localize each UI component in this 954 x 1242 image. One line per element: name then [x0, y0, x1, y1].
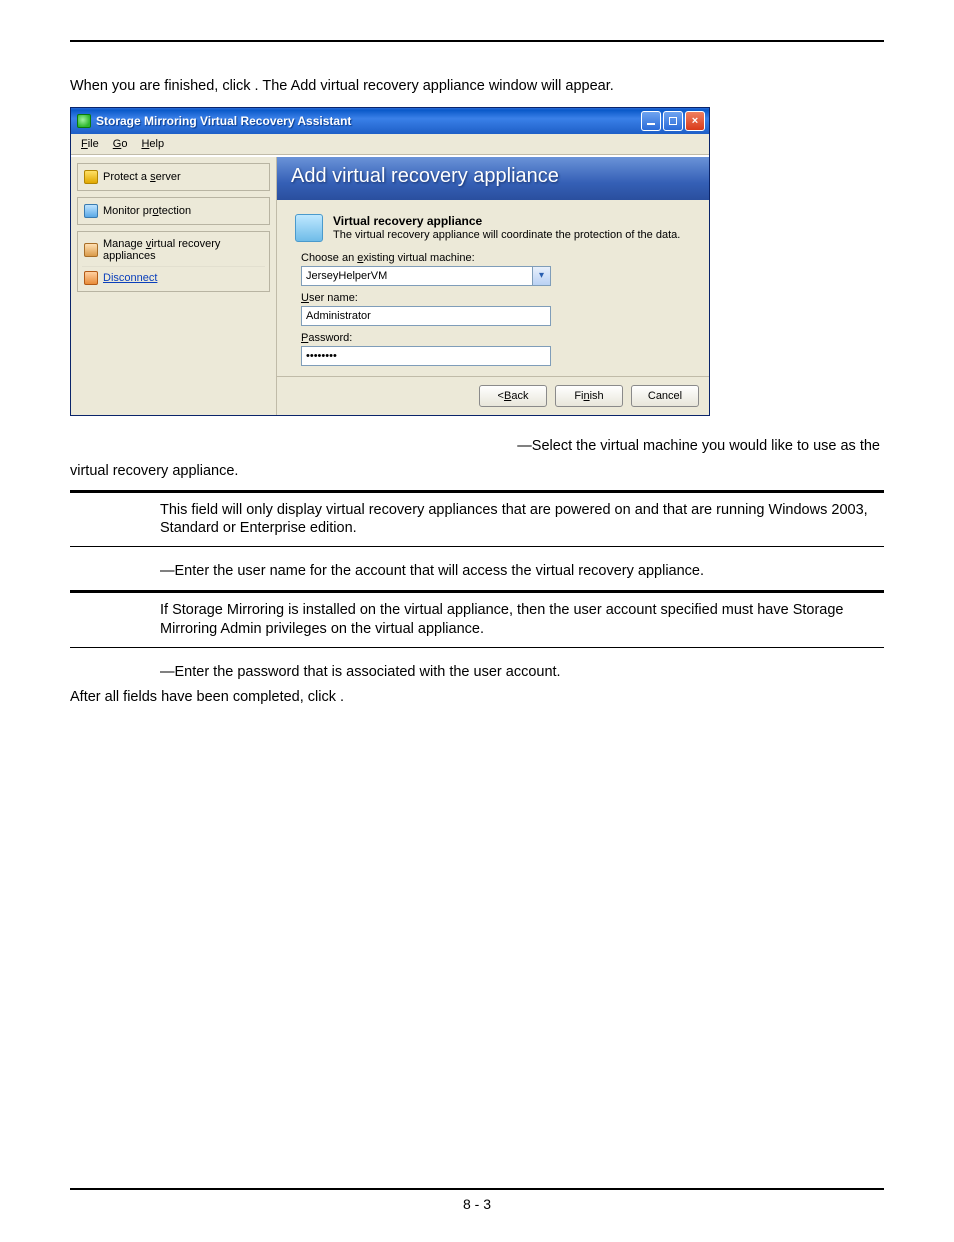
note-admin-priv: If Storage Mirroring is installed on the… — [70, 590, 884, 648]
titlebar: Storage Mirroring Virtual Recovery Assis… — [71, 108, 709, 134]
maximize-button[interactable] — [663, 111, 683, 131]
username-input[interactable] — [301, 306, 551, 326]
dialog-window: Storage Mirroring Virtual Recovery Assis… — [70, 107, 710, 416]
sidebar-label: Manage virtual recovery appliances — [103, 238, 263, 262]
intro-text: When you are finished, click . The Add v… — [70, 77, 884, 97]
app-icon — [77, 114, 91, 128]
sidebar-item-monitor[interactable]: Monitor protection — [82, 200, 265, 222]
vm-combobox[interactable]: ▾ — [301, 266, 551, 286]
page-footer: 8 - 3 — [70, 1188, 884, 1212]
menu-help[interactable]: Help — [141, 138, 164, 150]
minimize-button[interactable] — [641, 111, 661, 131]
password-input[interactable] — [301, 346, 551, 366]
content-pane: Add virtual recovery appliance Virtual r… — [276, 157, 709, 415]
back-button[interactable]: < Back — [479, 385, 547, 407]
dropdown-icon[interactable]: ▾ — [532, 267, 550, 285]
bullet-username: —Enter the user name for the account tha… — [70, 561, 884, 582]
content-header: Add virtual recovery appliance — [277, 157, 709, 200]
note-powered-on: This field will only display virtual rec… — [70, 490, 884, 548]
closing-text: After all fields have been completed, cl… — [70, 687, 884, 708]
manage-icon — [84, 243, 98, 257]
top-rule — [70, 40, 884, 42]
disconnect-icon — [84, 271, 98, 285]
sidebar-label: Protect a server — [103, 171, 181, 183]
monitor-icon — [84, 204, 98, 218]
bullet-password: —Enter the password that is associated w… — [70, 662, 884, 683]
shield-icon — [84, 170, 98, 184]
section-subtext: The virtual recovery appliance will coor… — [333, 229, 680, 241]
vm-input[interactable] — [302, 267, 532, 285]
sidebar-item-disconnect[interactable]: Disconnect — [82, 266, 265, 289]
sidebar-item-manage[interactable]: Manage virtual recovery appliances — [82, 234, 265, 266]
sidebar-label: Monitor protection — [103, 205, 191, 217]
page-number: 8 - 3 — [463, 1196, 491, 1212]
user-label: User name: — [301, 292, 691, 304]
sidebar: Protect a server Monitor protection Mana… — [71, 157, 276, 415]
close-button[interactable]: × — [685, 111, 705, 131]
pass-label: Password: — [301, 332, 691, 344]
menu-go[interactable]: Go — [113, 138, 128, 150]
window-title: Storage Mirroring Virtual Recovery Assis… — [96, 114, 351, 128]
button-row: < Back Finish Cancel — [277, 376, 709, 415]
section-heading: Virtual recovery appliance — [333, 214, 680, 228]
menubar: File Go Help — [71, 134, 709, 155]
sidebar-label: Disconnect — [103, 272, 157, 284]
choose-label: Choose an existing virtual machine: — [301, 252, 691, 264]
bullet-choose-vm: —Select the virtual machine you would li… — [70, 436, 884, 457]
sidebar-item-protect[interactable]: Protect a server — [82, 166, 265, 188]
cancel-button[interactable]: Cancel — [631, 385, 699, 407]
finish-button[interactable]: Finish — [555, 385, 623, 407]
appliance-icon — [295, 214, 323, 242]
bullet-choose-vm-2: virtual recovery appliance. — [70, 461, 884, 482]
menu-file[interactable]: File — [81, 138, 99, 150]
